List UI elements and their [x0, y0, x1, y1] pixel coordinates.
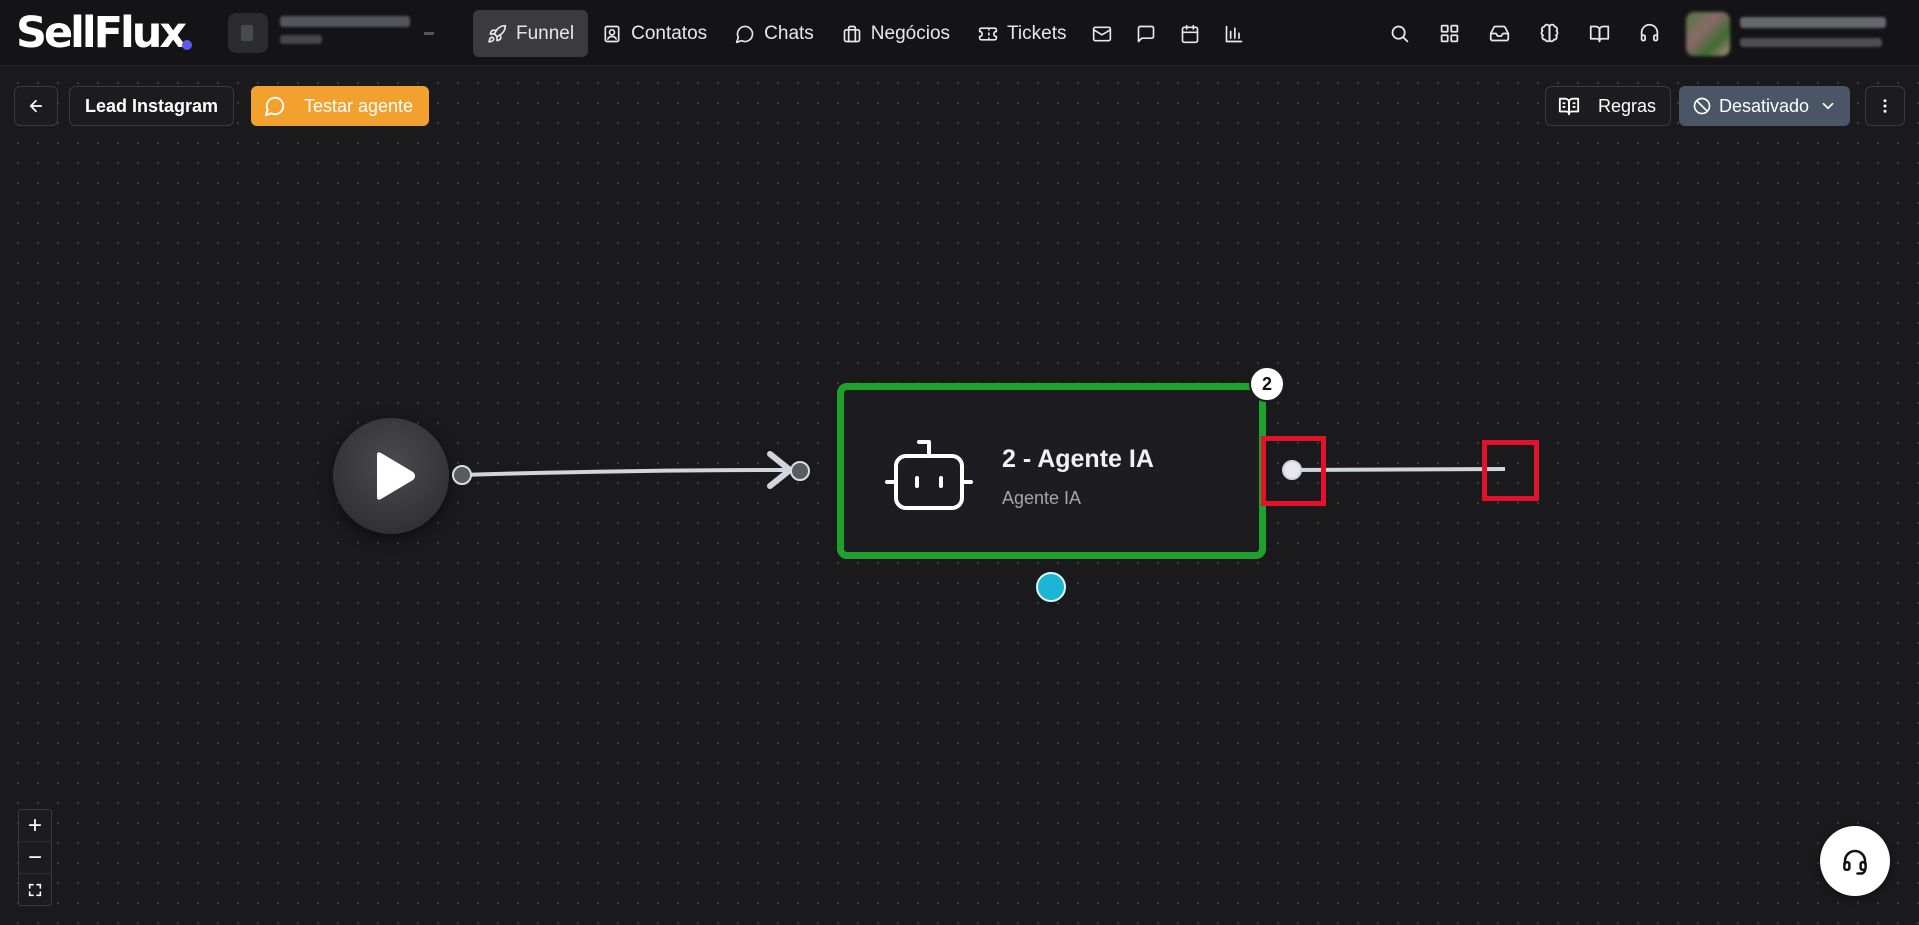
user-email-blurred — [1740, 38, 1882, 47]
arrow-left-icon — [29, 99, 43, 113]
apps-button[interactable] — [1424, 10, 1474, 57]
nav-item-funnel-label: Funnel — [516, 22, 575, 44]
highlight-box-drop-target — [1482, 440, 1539, 501]
logo-dot — [182, 40, 192, 50]
agent-node-title: 2 - Agente IA — [1002, 445, 1154, 473]
chat-bubble-icon — [735, 25, 754, 43]
header-actions — [1374, 10, 1674, 57]
headset-icon — [1640, 23, 1658, 42]
nav-item-negocios[interactable]: Negócios — [828, 10, 964, 57]
rocket-icon — [488, 24, 507, 43]
nav-item-chats-label: Chats — [764, 22, 814, 44]
docs-button[interactable] — [1574, 10, 1624, 57]
agent-node[interactable]: 2 - Agente IA Agente IA — [837, 383, 1266, 559]
book-open-icon — [1558, 97, 1580, 116]
highlight-box-output-handle — [1261, 436, 1326, 506]
nav-reports-button[interactable] — [1212, 10, 1256, 57]
chat-bubble-icon — [264, 96, 285, 117]
book-icon — [1589, 25, 1609, 43]
rules-button[interactable]: Regras — [1545, 86, 1672, 126]
nav-item-chats[interactable]: Chats — [721, 10, 828, 57]
rules-label: Regras — [1598, 95, 1657, 116]
start-node[interactable] — [333, 418, 449, 534]
nav-messages-button[interactable] — [1124, 10, 1168, 57]
nav-item-tickets-label: Tickets — [1007, 22, 1067, 44]
support-header-button[interactable] — [1624, 10, 1674, 57]
ticket-icon — [978, 26, 998, 41]
nav-item-contatos[interactable]: Contatos — [588, 10, 721, 57]
search-icon — [1391, 25, 1408, 43]
agent-node-input-handle[interactable] — [790, 461, 810, 481]
message-square-icon — [1138, 25, 1155, 42]
test-agent-label: Testar agente — [304, 95, 414, 116]
nav-item-contatos-label: Contatos — [631, 22, 708, 44]
chevron-down-icon — [1822, 102, 1834, 110]
fit-view-button[interactable] — [19, 874, 51, 906]
nav-item-negocios-label: Negócios — [870, 22, 951, 44]
search-button[interactable] — [1374, 10, 1424, 57]
brain-icon — [1540, 23, 1558, 43]
flow-name-button[interactable]: Lead Instagram — [69, 86, 235, 126]
test-agent-button[interactable]: Testar agente — [251, 86, 430, 126]
app-logo[interactable]: SellFlux — [16, 8, 187, 58]
contact-card-icon — [604, 25, 620, 42]
mail-icon — [1093, 26, 1112, 41]
top-navigation-bar: SellFlux Funnel Contatos Chats Negócios … — [0, 0, 1919, 66]
play-icon — [377, 452, 415, 500]
status-label: Desativado — [1719, 95, 1810, 116]
support-chat-button[interactable] — [1820, 826, 1890, 896]
nav-mail-button[interactable] — [1080, 10, 1124, 57]
briefcase-icon — [843, 25, 861, 42]
nav-item-funnel[interactable]: Funnel — [473, 10, 589, 57]
more-options-button[interactable] — [1865, 86, 1905, 126]
ban-icon — [1693, 97, 1711, 115]
main-nav: Funnel Contatos Chats Negócios Tickets — [473, 10, 1256, 57]
node-number-badge: 2 — [1249, 366, 1285, 402]
agent-node-bottom-handle[interactable] — [1036, 572, 1066, 602]
apps-grid-icon — [1440, 24, 1458, 43]
zoom-out-button[interactable]: − — [19, 842, 51, 874]
robot-icon — [885, 440, 973, 510]
agent-node-subtitle: Agente IA — [1002, 488, 1082, 508]
inbox-icon — [1489, 25, 1509, 42]
workspace-avatar[interactable] — [228, 13, 268, 53]
user-name-blurred[interactable] — [1740, 17, 1886, 28]
inbox-button[interactable] — [1474, 10, 1524, 57]
nav-calendar-button[interactable] — [1168, 10, 1212, 57]
status-dropdown[interactable]: Desativado — [1679, 86, 1851, 126]
zoom-in-button[interactable]: + — [19, 810, 51, 842]
user-avatar[interactable] — [1686, 12, 1730, 56]
zoom-controls: + − — [18, 809, 52, 906]
start-node-output-handle[interactable] — [452, 465, 472, 485]
headset-icon — [1843, 849, 1867, 875]
workspace-name-blurred[interactable] — [280, 16, 410, 27]
more-vertical-icon — [1883, 99, 1887, 113]
calendar-icon — [1182, 24, 1199, 43]
back-button[interactable] — [14, 86, 58, 126]
nav-item-tickets[interactable]: Tickets — [964, 10, 1080, 57]
bar-chart-icon — [1226, 25, 1243, 42]
workspace-subtitle-blurred — [280, 35, 322, 44]
workspace-dropdown-icon[interactable] — [424, 32, 434, 35]
fit-view-icon — [28, 883, 42, 897]
ai-brain-button[interactable] — [1524, 10, 1574, 57]
